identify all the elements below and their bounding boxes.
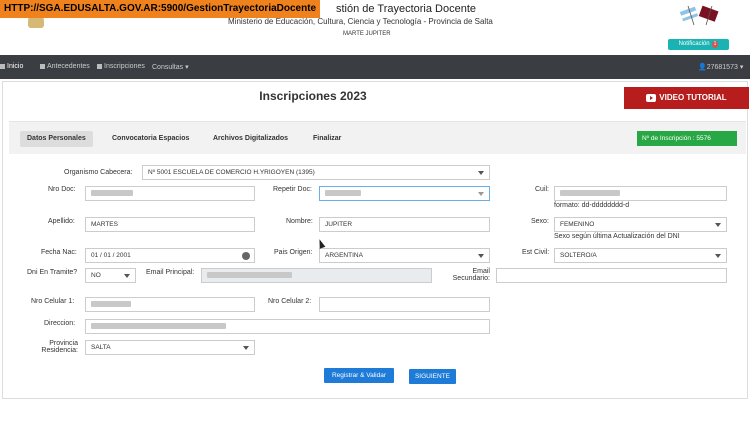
apellido-label: Apellido: bbox=[48, 218, 75, 225]
nav-item-inicio[interactable]: Inicio bbox=[0, 63, 23, 70]
redacted-value bbox=[91, 323, 226, 330]
nro-celular1-input[interactable] bbox=[85, 297, 255, 312]
flags-icon bbox=[680, 5, 719, 26]
pais-origen-select[interactable]: ARGENTINA bbox=[319, 248, 490, 263]
apellido-input[interactable]: MARTES bbox=[85, 217, 255, 232]
siguiente-button[interactable]: SIGUIENTE bbox=[409, 369, 456, 384]
registrar-validar-button[interactable]: Registrar & Validar bbox=[324, 368, 394, 383]
nro-celular2-label: Nro Celular 2: bbox=[268, 298, 312, 305]
chevron-down-icon bbox=[715, 223, 721, 227]
redacted-value bbox=[91, 301, 131, 308]
chevron-down-icon bbox=[478, 192, 484, 196]
nav-item-antecedentes[interactable]: Antecedentes bbox=[40, 63, 90, 70]
pais-origen-label: Pais Origen: bbox=[274, 249, 313, 256]
nro-doc-input[interactable] bbox=[85, 186, 255, 201]
list-icon bbox=[97, 63, 102, 69]
clear-date-icon[interactable] bbox=[242, 252, 250, 260]
chevron-down-icon bbox=[715, 254, 721, 258]
user-icon: 👤 bbox=[698, 64, 707, 71]
home-icon bbox=[0, 63, 5, 69]
app-title: stión de Trayectoria Docente bbox=[336, 3, 477, 15]
dni-tramite-select[interactable]: NO bbox=[85, 268, 136, 283]
est-civil-label: Est Civil: bbox=[522, 249, 550, 256]
nro-celular1-label: Nro Celular 1: bbox=[31, 298, 75, 305]
organismo-label: Organismo Cabecera: bbox=[64, 169, 133, 176]
ministry-name: Ministerio de Educación, Cultura, Cienci… bbox=[228, 17, 493, 26]
provincia-label: Provincia Residencia: bbox=[41, 340, 78, 354]
tab-finalizar[interactable]: Finalizar bbox=[306, 131, 348, 147]
inscription-number-badge: Nº de Inscripción : 5576 bbox=[637, 131, 737, 146]
main-navbar: Inicio Antecedentes Inscripciones Consul… bbox=[0, 55, 750, 79]
chevron-down-icon bbox=[478, 171, 484, 175]
nombre-input[interactable]: JUPITER bbox=[319, 217, 490, 232]
nombre-label: Nombre: bbox=[286, 218, 313, 225]
cuil-label: Cuil: bbox=[535, 186, 550, 193]
nro-doc-label: Nro Doc: bbox=[48, 186, 76, 193]
email-principal-input[interactable] bbox=[201, 268, 432, 283]
est-civil-select[interactable]: SOLTERO/A bbox=[554, 248, 727, 263]
tab-convocatoria-espacios[interactable]: Convocatoria Espacios bbox=[105, 131, 196, 147]
organismo-select[interactable]: Nº 5001 ESCUELA DE COMERCIO H.YRIGOYEN (… bbox=[142, 165, 490, 180]
redacted-value bbox=[560, 190, 620, 197]
email-principal-label: Email Principal: bbox=[146, 269, 195, 276]
youtube-icon bbox=[646, 93, 657, 102]
chevron-down-icon bbox=[478, 254, 484, 258]
cuil-format-hint: formato: dd-dddddddd-d bbox=[554, 202, 630, 209]
video-tutorial-button[interactable]: VIDEO TUTORIAL bbox=[624, 87, 749, 109]
chevron-down-icon bbox=[243, 346, 249, 350]
notification-button[interactable]: Notificación 1 bbox=[668, 39, 729, 50]
cuil-input[interactable] bbox=[554, 186, 727, 201]
notification-label: Notificación bbox=[678, 41, 710, 47]
nav-item-consultas[interactable]: Consultas ▾ bbox=[152, 63, 189, 71]
sexo-note: Sexo según última Actualización del DNI bbox=[554, 233, 680, 240]
book-icon bbox=[40, 63, 45, 69]
fecha-nac-label: Fecha Nac: bbox=[41, 249, 77, 256]
notification-count-badge: 1 bbox=[711, 41, 719, 48]
direccion-label: Direccion: bbox=[44, 320, 76, 327]
email-secundario-input[interactable] bbox=[496, 268, 727, 283]
tab-datos-personales[interactable]: Datos Personales bbox=[20, 131, 93, 147]
page-title: Inscripciones 2023 bbox=[259, 89, 367, 103]
user-menu[interactable]: 👤27681573 ▾ bbox=[698, 63, 743, 71]
repetir-doc-label: Repetir Doc: bbox=[273, 186, 312, 193]
chevron-down-icon bbox=[124, 274, 130, 278]
direccion-input[interactable] bbox=[85, 319, 490, 334]
repetir-doc-input[interactable] bbox=[319, 186, 490, 201]
fecha-nac-input[interactable]: 01 / 01 / 2001 bbox=[85, 248, 255, 263]
url-banner: HTTP://SGA.EDUSALTA.GOV.AR:5900/GestionT… bbox=[0, 0, 321, 18]
tabs-bar: Datos Personales Convocatoria Espacios A… bbox=[9, 121, 746, 154]
email-secundario-label: Email Secundario: bbox=[452, 268, 490, 282]
dni-tramite-label: Dni En Tramite? bbox=[27, 269, 78, 276]
tab-archivos-digitalizados[interactable]: Archivos Digitalizados bbox=[206, 131, 295, 147]
caret-down-icon: ▾ bbox=[185, 64, 189, 71]
sexo-select[interactable]: FEMENINO bbox=[554, 217, 727, 232]
caret-down-icon: ▾ bbox=[739, 64, 744, 71]
sexo-label: Sexo: bbox=[531, 218, 549, 225]
user-name: MARTE JUPITER bbox=[343, 31, 391, 37]
redacted-value bbox=[325, 190, 361, 197]
redacted-value bbox=[207, 272, 292, 279]
redacted-value bbox=[91, 190, 133, 197]
nro-celular2-input[interactable] bbox=[319, 297, 490, 312]
nav-item-inscripciones[interactable]: Inscripciones bbox=[97, 63, 145, 70]
provincia-select[interactable]: SALTA bbox=[85, 340, 255, 355]
